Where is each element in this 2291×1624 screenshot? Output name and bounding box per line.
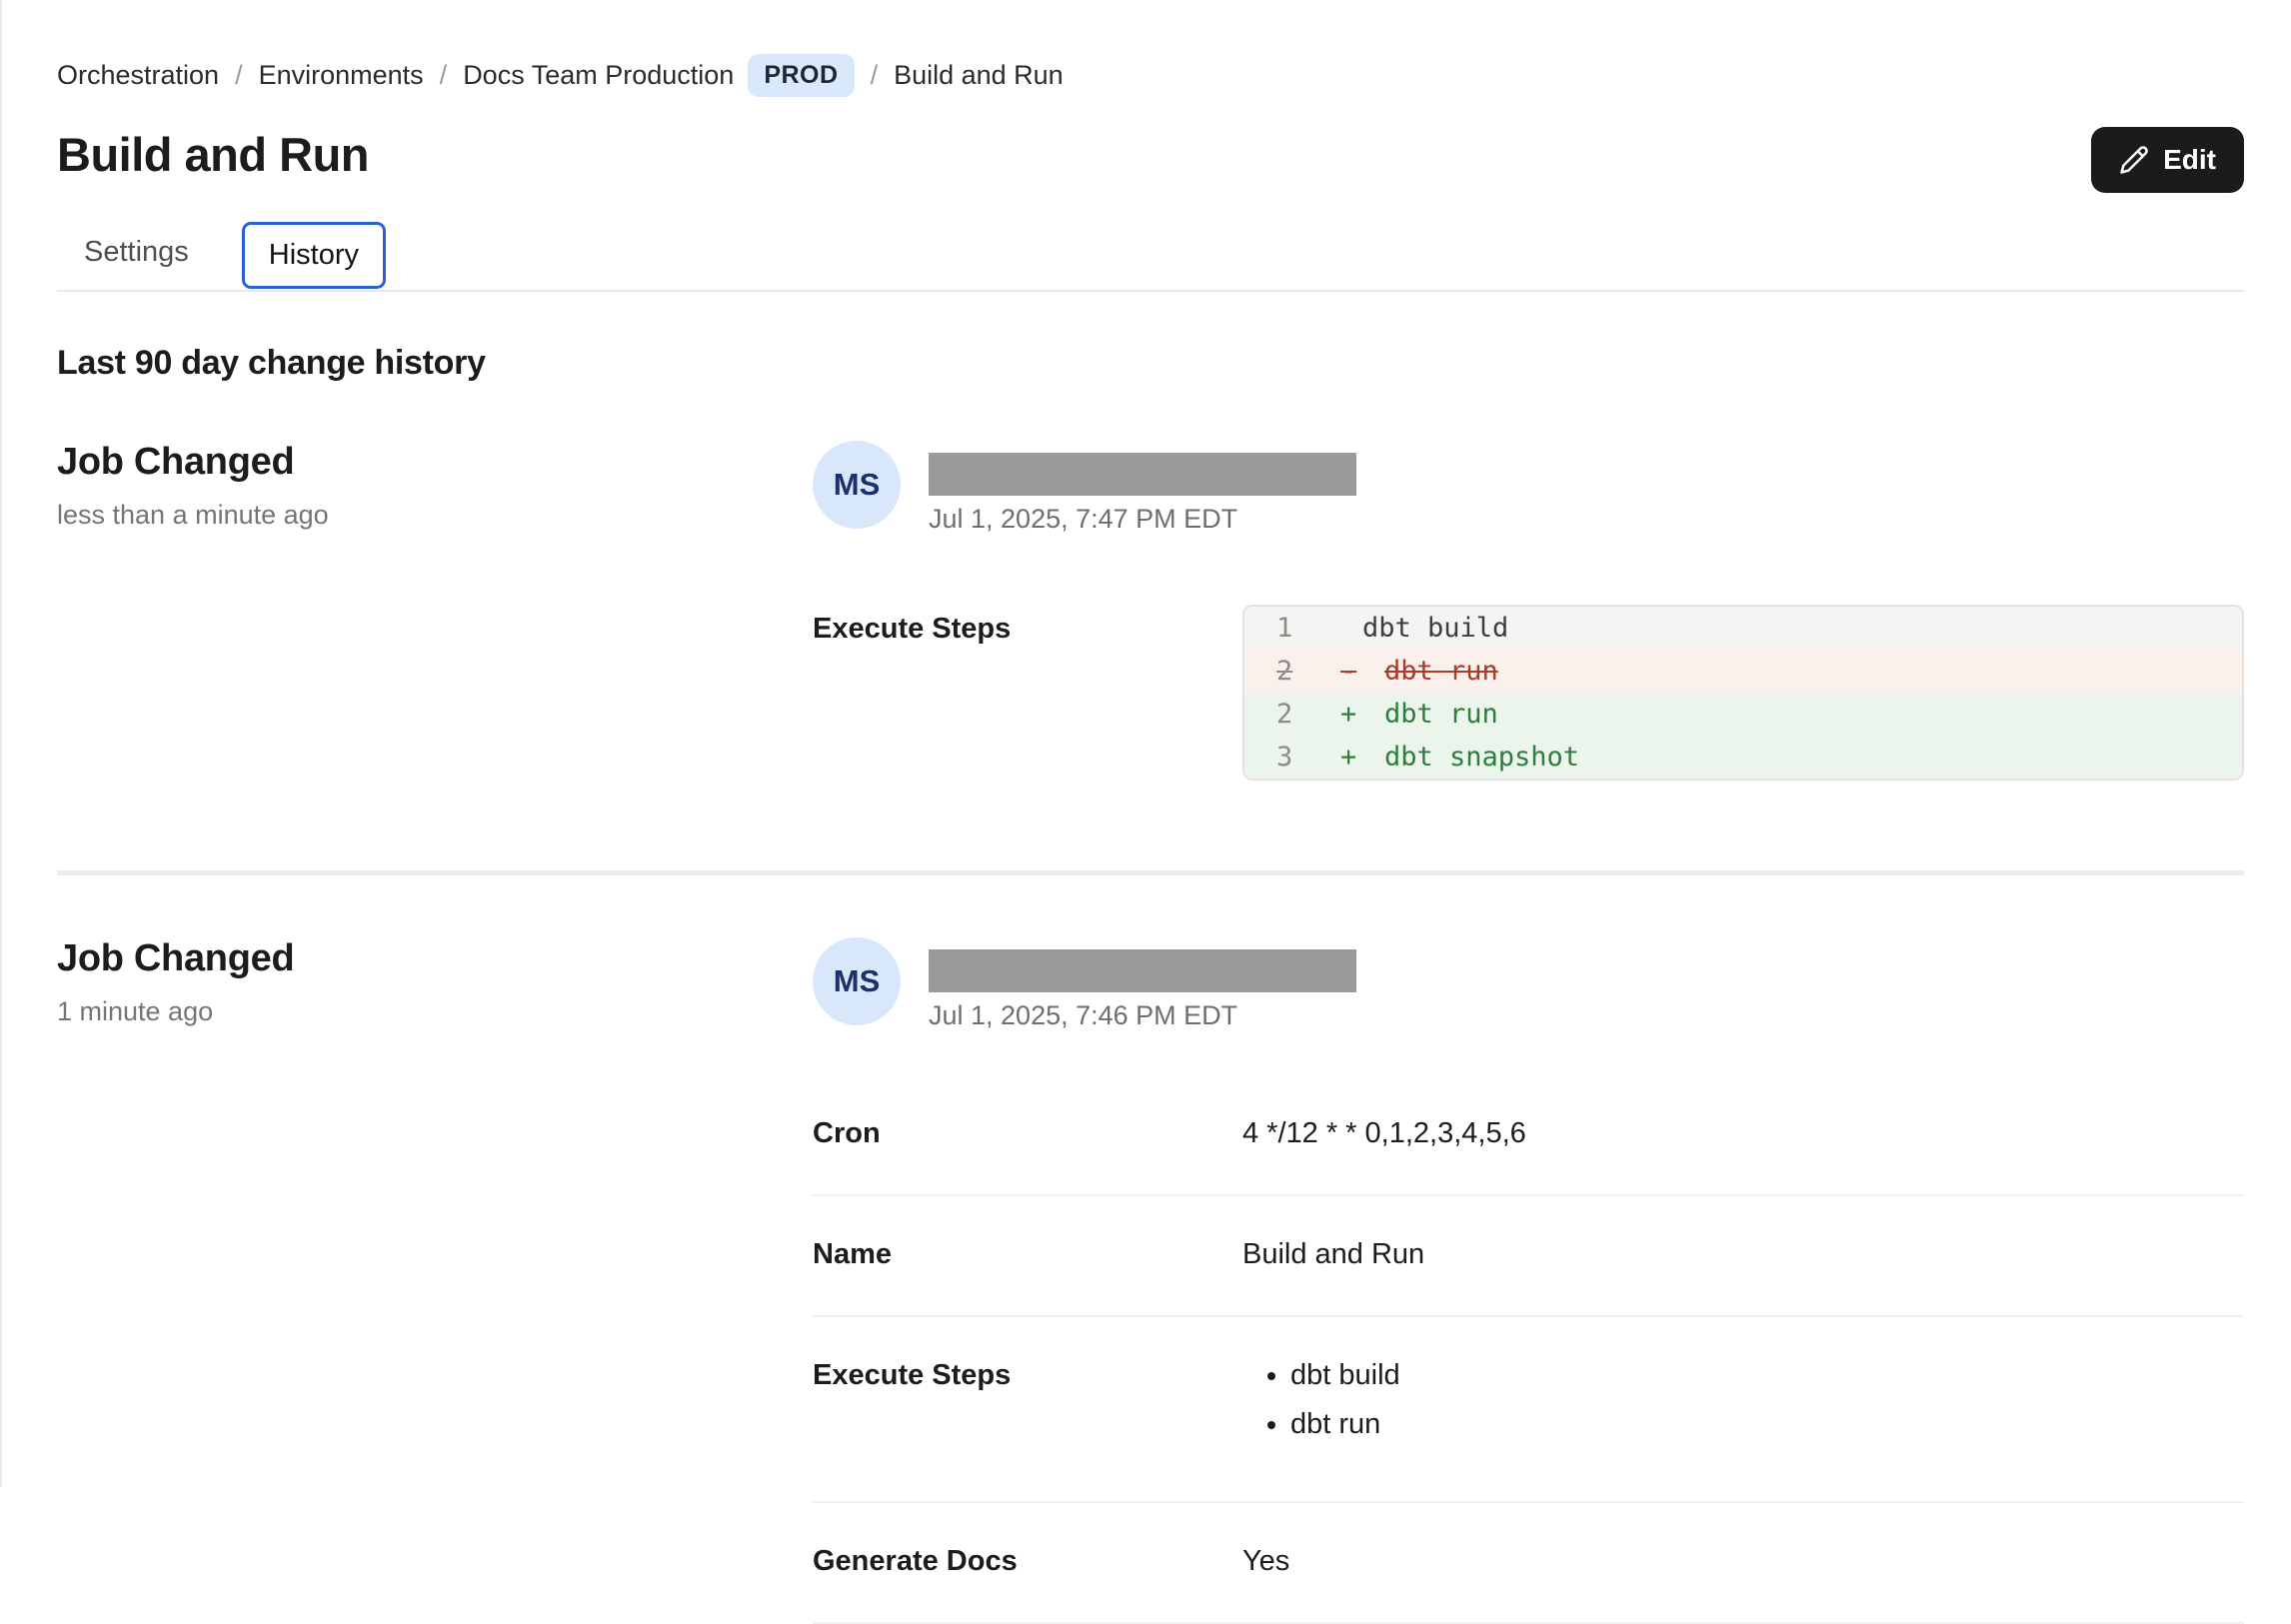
- diff-line-removed: 2 - dbt run: [1244, 650, 2242, 693]
- detail-row-name: Name Build and Run: [813, 1196, 2244, 1317]
- change-timestamp: Jul 1, 2025, 7:46 PM EDT: [929, 1000, 1356, 1031]
- entry-summary: Job Changed less than a minute ago: [57, 441, 813, 781]
- diff-line-number: 1: [1276, 613, 1306, 644]
- diff-line-number: 3: [1276, 742, 1306, 773]
- title-row: Build and Run Edit: [57, 127, 2244, 193]
- diff-code: dbt run: [1384, 699, 1498, 730]
- avatar: MS: [813, 441, 901, 529]
- entry-divider: [57, 870, 2244, 875]
- field-label: Execute Steps: [813, 605, 1242, 781]
- diff-code: dbt snapshot: [1384, 742, 1579, 773]
- breadcrumb: Orchestration / Environments / Docs Team…: [57, 54, 2244, 97]
- diff-marker: +: [1340, 699, 1384, 730]
- diff-marker: +: [1340, 742, 1384, 773]
- detail-row-generate-docs: Generate Docs Yes: [813, 1503, 2244, 1624]
- history-entry: Job Changed less than a minute ago MS Ju…: [57, 441, 2244, 781]
- tab-settings[interactable]: Settings: [57, 219, 216, 286]
- execute-steps-diff: 1 dbt build 2 - dbt run 2 + dbt run: [1242, 605, 2244, 781]
- field-label: Name: [813, 1230, 1242, 1271]
- field-label: Generate Docs: [813, 1537, 1242, 1578]
- breadcrumb-item-environment-name[interactable]: Docs Team Production: [463, 60, 734, 91]
- entry-detail: MS Jul 1, 2025, 7:47 PM EDT Execute Step…: [813, 441, 2244, 781]
- field-value: Build and Run: [1242, 1230, 2244, 1271]
- entry-detail: MS Jul 1, 2025, 7:46 PM EDT Cron 4 */12 …: [813, 937, 2244, 1624]
- breadcrumb-item-environments[interactable]: Environments: [259, 60, 424, 91]
- redacted-user-name: [929, 453, 1356, 496]
- change-details: Cron 4 */12 * * 0,1,2,3,4,5,6 Name Build…: [813, 1075, 2244, 1624]
- breadcrumb-separator: /: [871, 60, 879, 91]
- history-entry: Job Changed 1 minute ago MS Jul 1, 2025,…: [57, 937, 2244, 1624]
- diff-line-added: 2 + dbt run: [1244, 693, 2242, 736]
- event-name: Job Changed: [57, 441, 813, 484]
- list-item: dbt build: [1290, 1359, 2244, 1392]
- change-row: Execute Steps 1 dbt build 2 - dbt run 2: [813, 605, 2244, 781]
- entry-summary: Job Changed 1 minute ago: [57, 937, 813, 1624]
- diff-code: dbt run: [1384, 656, 1498, 687]
- section-title: Last 90 day change history: [57, 344, 2244, 383]
- field-value: 4 */12 * * 0,1,2,3,4,5,6: [1242, 1109, 2244, 1150]
- detail-row-cron: Cron 4 */12 * * 0,1,2,3,4,5,6: [813, 1075, 2244, 1196]
- diff-marker: -: [1340, 656, 1384, 687]
- edit-button[interactable]: Edit: [2091, 127, 2244, 193]
- tab-bar: Settings History: [57, 219, 2244, 292]
- breadcrumb-separator: /: [440, 60, 448, 91]
- field-label: Execute Steps: [813, 1351, 1242, 1457]
- avatar: MS: [813, 937, 901, 1025]
- breadcrumb-item-current: Build and Run: [894, 60, 1064, 91]
- change-timestamp: Jul 1, 2025, 7:47 PM EDT: [929, 504, 1356, 535]
- event-relative-time: 1 minute ago: [57, 996, 813, 1027]
- author-row: MS Jul 1, 2025, 7:46 PM EDT: [813, 937, 2244, 1031]
- author-meta: Jul 1, 2025, 7:47 PM EDT: [929, 441, 1356, 535]
- tab-history[interactable]: History: [242, 222, 386, 289]
- event-relative-time: less than a minute ago: [57, 500, 813, 531]
- edit-button-label: Edit: [2163, 144, 2216, 176]
- diff-line-unchanged: 1 dbt build: [1244, 607, 2242, 650]
- field-label: Cron: [813, 1109, 1242, 1150]
- environment-badge: PROD: [748, 54, 854, 97]
- diff-line-number: 2: [1276, 699, 1306, 730]
- redacted-user-name: [929, 949, 1356, 992]
- breadcrumb-separator: /: [235, 60, 243, 91]
- list-item: dbt run: [1290, 1408, 2244, 1441]
- pencil-icon: [2119, 145, 2149, 175]
- author-row: MS Jul 1, 2025, 7:47 PM EDT: [813, 441, 2244, 535]
- breadcrumb-item-orchestration[interactable]: Orchestration: [57, 60, 219, 91]
- execute-steps-list: dbt build dbt run: [1242, 1351, 2244, 1457]
- diff-line-number: 2: [1276, 656, 1306, 687]
- author-meta: Jul 1, 2025, 7:46 PM EDT: [929, 937, 1356, 1031]
- detail-row-execute-steps: Execute Steps dbt build dbt run: [813, 1317, 2244, 1503]
- diff-line-added: 3 + dbt snapshot: [1244, 736, 2242, 779]
- diff-code: dbt build: [1362, 613, 1508, 644]
- field-value: Yes: [1242, 1537, 2244, 1578]
- main-content: Orchestration / Environments / Docs Team…: [0, 0, 2291, 1624]
- event-name: Job Changed: [57, 937, 813, 980]
- page-title: Build and Run: [57, 127, 369, 182]
